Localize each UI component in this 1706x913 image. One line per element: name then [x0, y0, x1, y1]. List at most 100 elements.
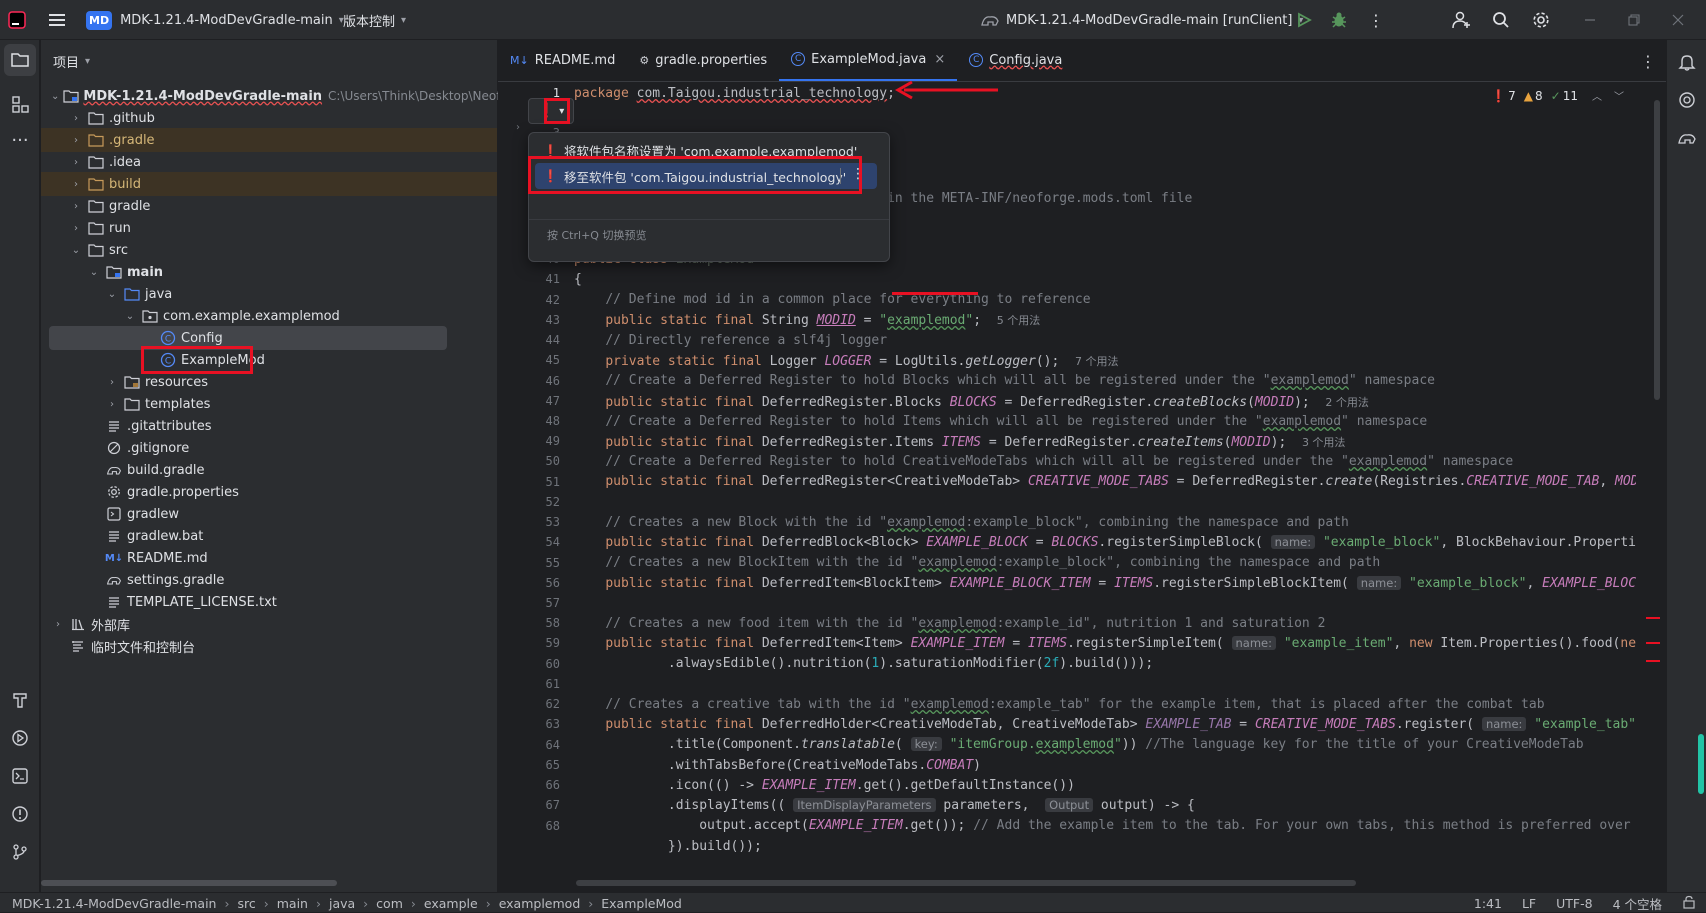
tree-item[interactable]: M↓ README.md [41, 546, 497, 570]
terminal-icon[interactable] [4, 760, 36, 792]
breadcrumb-item[interactable]: examplemod [499, 896, 581, 911]
tree-item[interactable]: ⌄ MDK-1.21.4-ModDevGradle-main C:\Users\Th… [41, 84, 528, 108]
close-icon[interactable] [1672, 0, 1684, 40]
readonly-lock-icon[interactable] [1682, 895, 1696, 912]
debug-icon[interactable] [1330, 0, 1348, 40]
chevron-right-icon[interactable]: › [69, 135, 83, 146]
horizontal-scrollbar[interactable] [576, 880, 1356, 886]
tab-examplemod-java[interactable]: C ExampleMod.java × [779, 39, 958, 81]
breadcrumb-item[interactable]: example [424, 896, 478, 911]
chevron-down-icon[interactable]: ⌄ [69, 245, 83, 256]
chevron-right-icon[interactable]: › [69, 201, 83, 212]
project-selector[interactable]: MD MDK-1.21.4-ModDevGradle-main ▾ [86, 0, 344, 40]
chevron-right-icon[interactable]: › [69, 113, 83, 124]
indent-setting[interactable]: 4 个空格 [1613, 894, 1662, 913]
chevron-down-icon[interactable]: ⌄ [87, 267, 101, 278]
breadcrumb-item[interactable]: java [329, 896, 355, 911]
tab-readme-md[interactable]: M↓ README.md [498, 39, 627, 81]
chevron-right-icon[interactable]: › [51, 619, 65, 630]
fold-arrow-icon[interactable]: › [516, 122, 520, 133]
project-panel: 项目 ▾ ⌄ MDK-1.21.4-ModDevGradle-main C:\Use… [41, 40, 528, 892]
more-tools-icon[interactable]: ··· [4, 124, 36, 156]
settings-icon [105, 485, 123, 499]
tree-item-label: templates [145, 396, 211, 412]
tree-item-label: build [109, 176, 141, 192]
horizontal-scrollbar[interactable] [41, 880, 337, 886]
breadcrumb-item[interactable]: com [376, 896, 403, 911]
tab-config-java[interactable]: C Config.java [957, 39, 1074, 81]
breadcrumb-item[interactable]: main [277, 896, 308, 911]
line-number: 41 [545, 272, 560, 286]
tree-item[interactable]: › run [41, 216, 497, 240]
main-menu-icon[interactable] [48, 0, 70, 40]
restore-icon[interactable] [1628, 0, 1640, 40]
breadcrumb-item[interactable]: src [237, 896, 255, 911]
chevron-down-icon[interactable]: ⌄ [105, 289, 119, 300]
services-run-icon[interactable] [4, 722, 36, 754]
chevron-down-icon[interactable]: ⌄ [123, 311, 137, 322]
project-panel-header[interactable]: 项目 ▾ [41, 40, 497, 82]
tree-item[interactable]: › 外部库 [41, 612, 497, 636]
chevron-right-icon[interactable]: › [105, 399, 119, 410]
tree-item[interactable]: ⌄ main [41, 260, 497, 284]
git-branch-icon[interactable] [4, 836, 36, 868]
run-config-selector[interactable]: MDK-1.21.4-ModDevGradle-main [runClient]… [980, 0, 1303, 40]
tree-item[interactable]: › .github [41, 106, 497, 130]
chevron-right-icon[interactable]: › [69, 223, 83, 234]
tree-item[interactable]: ⌄ src [41, 238, 497, 262]
folder-resources-icon [123, 375, 141, 389]
tree-item[interactable]: › build [41, 172, 497, 196]
tree-item[interactable]: gradlew [41, 502, 497, 526]
add-user-icon[interactable] [1452, 0, 1472, 40]
tree-item[interactable]: .gitattributes [41, 414, 497, 438]
more-actions-icon[interactable]: ⋮ [1368, 0, 1384, 40]
tree-item[interactable]: › resources [41, 370, 497, 394]
tree-item[interactable]: TEMPLATE_LICENSE.txt [41, 590, 497, 614]
caret-position[interactable]: 1:41 [1474, 896, 1502, 911]
tree-item[interactable]: › gradle [41, 194, 497, 218]
run-icon[interactable] [1296, 0, 1312, 40]
gradle-elephant-icon[interactable] [1671, 122, 1703, 154]
project-folder-icon[interactable] [4, 44, 36, 76]
settings-gear-icon[interactable] [1532, 0, 1550, 40]
notifications-bell-icon[interactable] [1671, 46, 1703, 78]
tree-item[interactable]: build.gradle [41, 458, 497, 482]
build-hammer-icon[interactable] [4, 684, 36, 716]
tree-item[interactable]: › .idea [41, 150, 497, 174]
breadcrumb-item[interactable]: MDK-1.21.4-ModDevGradle-main [12, 896, 216, 911]
chevron-right-icon[interactable]: › [69, 179, 83, 190]
search-icon[interactable] [1492, 0, 1510, 40]
tree-item[interactable]: ⌄ java [41, 282, 497, 306]
tree-item[interactable]: › templates [41, 392, 497, 416]
more-tabs-icon[interactable]: ⋮ [1640, 52, 1656, 71]
tree-item[interactable]: gradle.properties [41, 480, 497, 504]
file-encoding[interactable]: UTF-8 [1556, 896, 1592, 911]
tree-item[interactable]: settings.gradle [41, 568, 497, 592]
tree-item-label: com.example.examplemod [163, 308, 340, 324]
tree-item[interactable]: .gitignore [41, 436, 497, 460]
tab-gradle-properties[interactable]: ⚙ gradle.properties [627, 39, 779, 81]
minimize-icon[interactable] [1584, 0, 1596, 40]
breadcrumb-item[interactable]: ExampleMod [601, 896, 682, 911]
chevron-right-icon[interactable]: › [105, 377, 119, 388]
problems-icon[interactable] [4, 798, 36, 830]
close-tab-icon[interactable]: × [934, 52, 945, 67]
structure-icon[interactable] [4, 88, 36, 120]
chevron-right-icon[interactable]: › [69, 157, 83, 168]
chevron-down-icon[interactable]: ⌄ [51, 91, 59, 102]
vcs-menu[interactable]: 版本控制 ▾ [343, 0, 406, 40]
tree-item-label: resources [145, 374, 209, 390]
tree-item[interactable]: › .gradle [41, 128, 497, 152]
tree-item[interactable]: ⌄ com.example.examplemod [41, 304, 497, 328]
app-logo-icon[interactable] [8, 0, 32, 40]
vertical-scrollbar[interactable] [1654, 100, 1660, 400]
tree-item[interactable]: 临时文件和控制台 [41, 634, 497, 658]
annotation-box-bulb [544, 98, 570, 124]
tree-item-label: .github [109, 110, 155, 126]
line-separator[interactable]: LF [1522, 896, 1536, 911]
tree-item[interactable]: C ExampleMod [41, 348, 497, 372]
right-tool-window-bar [1666, 40, 1706, 892]
tree-item[interactable]: gradlew.bat [41, 524, 497, 548]
ai-assistant-icon[interactable] [1671, 84, 1703, 116]
module-icon [63, 89, 79, 103]
